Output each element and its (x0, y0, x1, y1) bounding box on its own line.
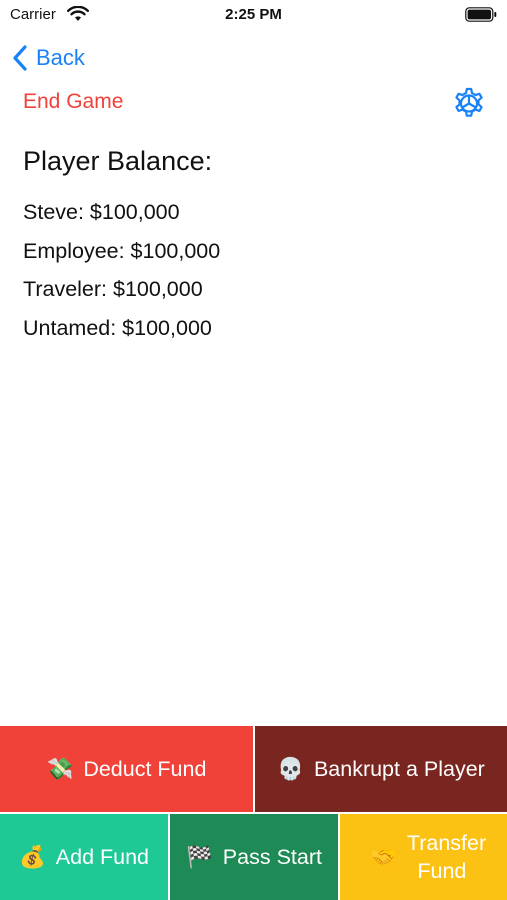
bankrupt-player-button[interactable]: 💀 Bankrupt a Player (255, 726, 507, 812)
money-with-wings-icon: 💸 (46, 756, 74, 782)
page-title: Player Balance: (23, 146, 213, 176)
transfer-fund-button[interactable]: 🤝 Transfer Fund (340, 814, 507, 900)
status-bar: Carrier 2:25 PM (0, 0, 507, 32)
end-game-button[interactable]: End Game (23, 90, 123, 114)
money-bag-icon: 💰 (18, 844, 46, 870)
chevron-left-icon (13, 45, 27, 71)
back-button[interactable]: Back (12, 42, 85, 74)
transfer-fund-label: Transfer Fund (406, 831, 487, 883)
checkered-flag-icon: 🏁 (186, 844, 213, 870)
handshake-icon: 🤝 (370, 844, 397, 870)
skull-icon: 💀 (277, 756, 304, 782)
action-buttons-panel: 💸 Deduct Fund 💀 Bankrupt a Player 💰 Add … (0, 726, 507, 900)
add-fund-label: Add Fund (55, 844, 149, 869)
pass-start-label: Pass Start (222, 844, 322, 869)
deduct-fund-button[interactable]: 💸 Deduct Fund (0, 726, 253, 812)
back-label: Back (36, 45, 85, 70)
player-balance-list: Steve: $100,000 Employee: $100,000 Trave… (23, 198, 220, 352)
deduct-fund-label: Deduct Fund (83, 756, 207, 781)
settings-button[interactable] (452, 86, 486, 120)
add-fund-button[interactable]: 💰 Add Fund (0, 814, 168, 900)
battery-icon (465, 7, 497, 22)
player-balance-row: Traveler: $100,000 (23, 277, 203, 301)
bankrupt-player-label: Bankrupt a Player (313, 756, 485, 781)
pass-start-button[interactable]: 🏁 Pass Start (170, 814, 338, 900)
status-time: 2:25 PM (225, 6, 282, 23)
gear-icon (455, 87, 483, 117)
player-balance-row: Steve: $100,000 (23, 200, 180, 224)
player-balance-row: Employee: $100,000 (23, 238, 221, 263)
player-balance-row: Untamed: $100,000 (23, 315, 212, 340)
